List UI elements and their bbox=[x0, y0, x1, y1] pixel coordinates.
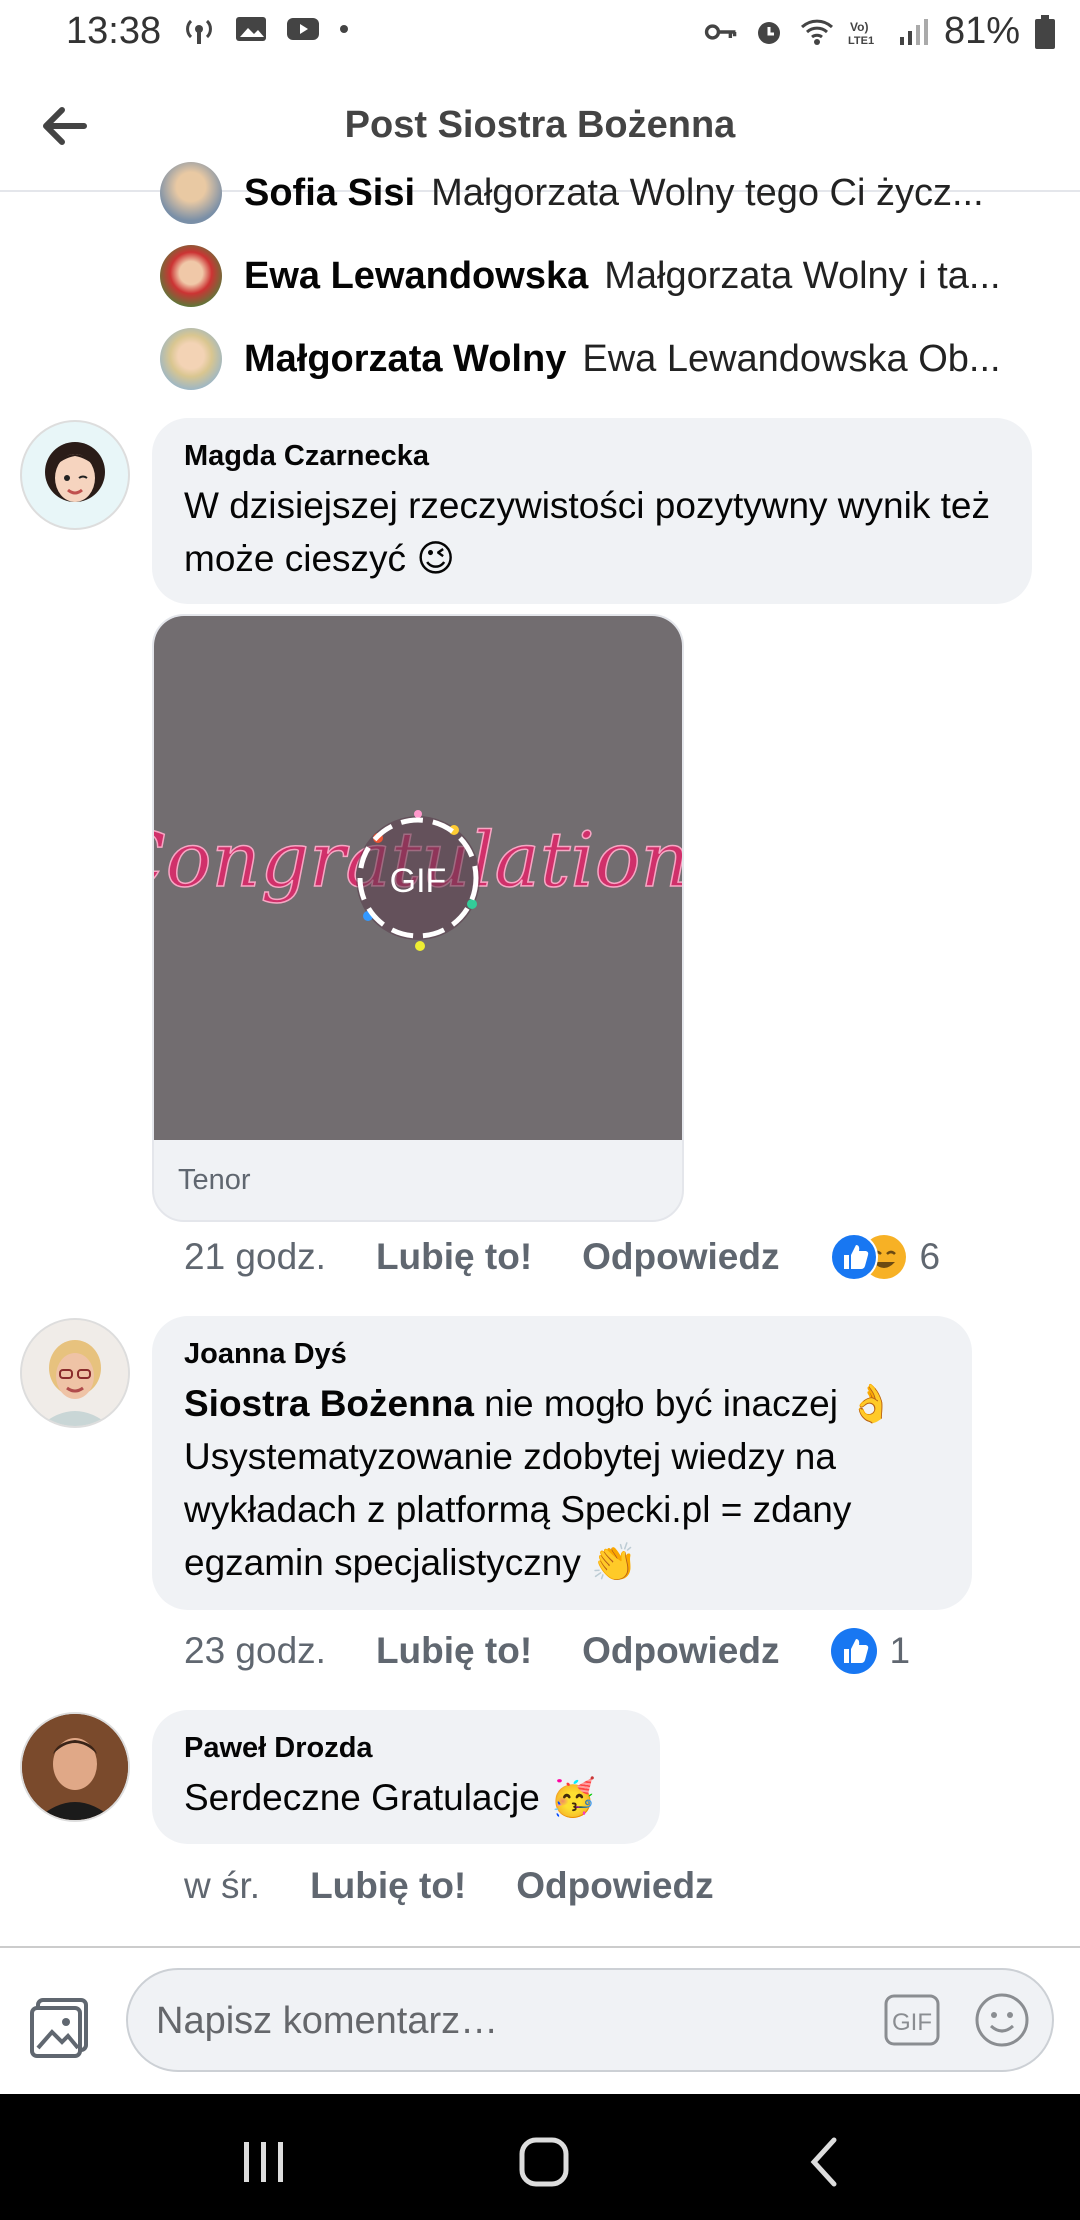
reply-preview[interactable]: Małgorzata Wolny Ewa Lewandowska Ob... bbox=[160, 324, 1040, 394]
reply-text: Ewa Lewandowska Ob... bbox=[582, 337, 1001, 380]
congratulations-gif: Congratulations GIF bbox=[154, 810, 682, 951]
comment-author[interactable]: Paweł Drozda bbox=[184, 1732, 628, 1765]
hotspot-icon bbox=[186, 19, 212, 44]
wifi-icon bbox=[800, 19, 833, 45]
comment-bubble[interactable]: Magda Czarnecka W dzisiejszej rzeczywist… bbox=[152, 418, 1032, 604]
comment-bubble[interactable]: Paweł Drozda Serdeczne Gratulacje 🥳 bbox=[152, 1710, 660, 1844]
comment-actions: 23 godz. Lubię to! Odpowiedz 1 bbox=[184, 1621, 910, 1681]
comment-composer: Napisz komentarz… GIF bbox=[0, 1946, 1080, 2096]
reply-button[interactable]: Odpowiedz bbox=[582, 1630, 779, 1672]
reply-preview[interactable]: Ewa Lewandowska Małgorzata Wolny i ta... bbox=[160, 241, 1040, 311]
mention-link[interactable]: Siostra Bożenna bbox=[184, 1383, 474, 1424]
reaction-count: 1 bbox=[889, 1630, 911, 1671]
avatar bbox=[160, 245, 222, 307]
svg-text:Vo): Vo) bbox=[850, 20, 868, 34]
comment-actions: 21 godz. Lubię to! Odpowiedz 6 bbox=[184, 1227, 940, 1287]
comment-actions: w śr. Lubię to! Odpowiedz bbox=[184, 1856, 764, 1916]
signal-icon bbox=[899, 18, 928, 45]
like-button[interactable]: Lubię to! bbox=[376, 1236, 532, 1278]
status-bar: 13:38 Vo) LTE1 81% bbox=[0, 0, 1080, 66]
reply-author[interactable]: Sofia Sisi bbox=[244, 172, 415, 215]
dot-icon bbox=[340, 25, 348, 33]
page-title: Post Siostra Bożenna bbox=[344, 104, 736, 146]
comment-time[interactable]: 21 godz. bbox=[184, 1236, 326, 1278]
profile-photo bbox=[22, 1714, 128, 1820]
avatar[interactable] bbox=[20, 1712, 130, 1822]
gif-button-label: GIF bbox=[892, 2009, 932, 2036]
recent-apps-icon[interactable] bbox=[234, 2132, 294, 2192]
comment-text: Siostra Bożenna nie mogło być inaczej 👌 … bbox=[184, 1377, 940, 1589]
home-icon[interactable] bbox=[514, 2132, 574, 2192]
gif-badge: GIF bbox=[390, 862, 447, 900]
reaction-summary[interactable]: 6 bbox=[829, 1232, 940, 1282]
reply-author[interactable]: Małgorzata Wolny bbox=[244, 338, 566, 381]
like-button[interactable]: Lubię to! bbox=[376, 1630, 532, 1672]
gif-attachment[interactable]: Congratulations GIF Tenor bbox=[152, 614, 684, 1222]
youtube-icon bbox=[287, 18, 319, 40]
comment-time[interactable]: 23 godz. bbox=[184, 1630, 326, 1672]
comment-bubble[interactable]: Joanna Dyś Siostra Bożenna nie mogło być… bbox=[152, 1316, 972, 1610]
comment-author[interactable]: Joanna Dyś bbox=[184, 1338, 940, 1371]
emoji-icon[interactable] bbox=[974, 1992, 1030, 2048]
back-icon[interactable] bbox=[796, 2132, 856, 2192]
svg-text:LTE1: LTE1 bbox=[848, 35, 874, 47]
reply-button[interactable]: Odpowiedz bbox=[582, 1236, 779, 1278]
like-button[interactable]: Lubię to! bbox=[310, 1865, 466, 1907]
profile-photo bbox=[22, 1320, 128, 1426]
system-nav-bar bbox=[0, 2094, 1080, 2220]
avatar[interactable] bbox=[20, 420, 130, 530]
reply-text: Małgorzata Wolny tego Ci życz... bbox=[431, 171, 984, 214]
avatar[interactable] bbox=[20, 1318, 130, 1428]
image-icon bbox=[236, 17, 266, 41]
gif-source: Tenor bbox=[178, 1164, 251, 1196]
comment-time[interactable]: w śr. bbox=[184, 1865, 260, 1907]
reply-button[interactable]: Odpowiedz bbox=[516, 1865, 713, 1907]
avatar bbox=[160, 162, 222, 224]
gif-preview[interactable]: Congratulations GIF bbox=[154, 616, 682, 1140]
comment-text: Serdeczne Gratulacje 🥳 bbox=[184, 1777, 597, 1818]
comment-text: W dzisiejszej rzeczywistości pozytywny w… bbox=[184, 485, 990, 579]
like-reaction-icon bbox=[831, 1628, 878, 1674]
comment-placeholder: Napisz komentarz… bbox=[156, 2000, 499, 2042]
gif-icon[interactable]: GIF bbox=[884, 1994, 940, 2046]
battery-icon bbox=[1035, 14, 1055, 49]
status-time: 13:38 bbox=[66, 10, 162, 52]
alarm-icon bbox=[757, 21, 780, 44]
like-haha-reaction-icon bbox=[830, 1233, 907, 1281]
reply-text: Małgorzata Wolny i ta... bbox=[604, 254, 1001, 297]
avatar bbox=[160, 328, 222, 390]
reply-author[interactable]: Ewa Lewandowska bbox=[244, 255, 588, 298]
battery-percent: 81% bbox=[943, 10, 1020, 52]
reply-preview[interactable]: Sofia Sisi Małgorzata Wolny tego Ci życz… bbox=[160, 158, 1040, 228]
photo-icon[interactable] bbox=[28, 1994, 94, 2060]
memoji-avatar bbox=[45, 442, 105, 502]
comment-author[interactable]: Magda Czarnecka bbox=[184, 440, 1000, 473]
volte-icon: Vo)LTE1 bbox=[848, 20, 874, 47]
key-icon bbox=[704, 23, 737, 40]
reaction-count: 6 bbox=[919, 1236, 941, 1277]
comment-input[interactable]: Napisz komentarz… GIF bbox=[126, 1968, 1054, 2072]
reaction-summary[interactable]: 1 bbox=[829, 1626, 910, 1676]
